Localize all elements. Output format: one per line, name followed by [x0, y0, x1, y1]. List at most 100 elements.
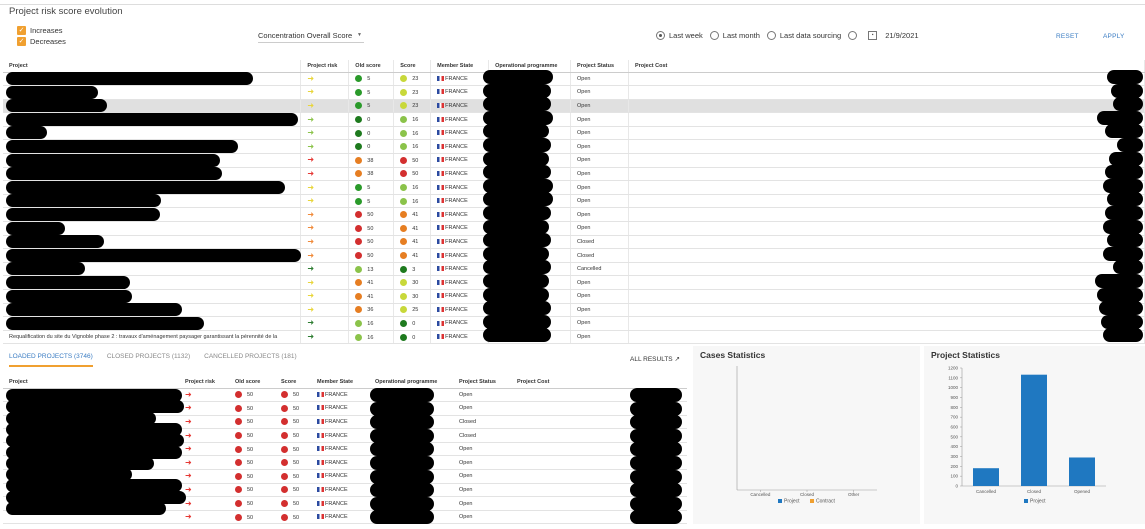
france-flag-icon: [437, 157, 445, 163]
date-value[interactable]: 21/9/2021: [885, 31, 918, 40]
column-header[interactable]: Project risk: [179, 376, 229, 389]
score-value: 41: [412, 252, 419, 259]
score-cell: 16: [393, 194, 432, 209]
old-score-dot: [355, 143, 363, 151]
redacted-cost: [1105, 124, 1143, 139]
column-header[interactable]: Project Cost: [511, 376, 687, 389]
radio-last-week[interactable]: Last week: [656, 31, 703, 40]
column-header[interactable]: Project Status: [570, 60, 629, 73]
apply-button[interactable]: APPLY: [1103, 33, 1124, 40]
risk-arrow-icon: ➜: [307, 182, 315, 192]
tab-loaded-projects[interactable]: LOADED PROJECTS (3746): [9, 353, 93, 367]
project-risk-cell: ➜: [300, 235, 350, 250]
redacted-programme: [370, 415, 434, 430]
member-state-value: FRANCE: [445, 211, 468, 218]
member-state-value: FRANCE: [445, 225, 468, 232]
radio-last-month[interactable]: Last month: [709, 31, 760, 40]
redacted-project-name: [6, 180, 285, 194]
table-row[interactable]: ➜ 50 41 FRANCE Open: [3, 207, 1145, 223]
page-title: Project risk score evolution: [9, 6, 123, 17]
column-header[interactable]: Project: [3, 376, 179, 389]
member-state-cell: FRANCE: [311, 455, 369, 471]
column-header[interactable]: Score: [275, 376, 311, 389]
france-flag-icon: [437, 130, 445, 136]
project-risk-cell: ➜: [300, 330, 350, 345]
project-status-cell: Open: [453, 388, 511, 403]
radio-last-data-sourcing[interactable]: Last data sourcing: [766, 31, 841, 40]
radio-selected-icon: [656, 31, 665, 40]
risk-arrow-icon: ➜: [307, 264, 315, 274]
projects-tabs: LOADED PROJECTS (3746) CLOSED PROJECTS (…: [9, 353, 311, 367]
score-dot: [281, 432, 288, 440]
project-cost-cell: [628, 289, 1145, 304]
score-cell: 50: [275, 401, 311, 416]
redacted-cost: [1103, 219, 1143, 234]
score-cell: 50: [275, 442, 311, 457]
table-row[interactable]: ➜ 50 41 FRANCE Closed: [3, 235, 1145, 250]
table-row[interactable]: ➜ 41 30 FRANCE Open: [3, 275, 1145, 290]
column-header[interactable]: Old score: [348, 60, 395, 73]
redacted-cost: [630, 428, 682, 443]
column-header[interactable]: Member State: [311, 376, 369, 389]
old-score-value: 50: [247, 405, 254, 412]
old-score-value: 0: [367, 117, 371, 124]
project-risk-cell: ➜: [300, 167, 350, 182]
score-dot: [281, 445, 288, 453]
member-state-cell: FRANCE: [311, 442, 369, 457]
redacted-cost: [630, 442, 682, 457]
member-state-value: FRANCE: [325, 500, 348, 507]
old-score-value: 50: [247, 446, 254, 453]
table-row[interactable]: ➜ 13 3 FRANCE Cancelled: [3, 262, 1145, 277]
table-row[interactable]: ➜ 5 23 FRANCE Open: [3, 85, 1145, 100]
france-flag-icon: [437, 306, 445, 312]
old-score-value: 5: [367, 185, 371, 191]
project-statistics-panel: Project Statistics 0 100 200 300 400 500 600 70…: [924, 346, 1145, 524]
column-header[interactable]: Project risk: [300, 60, 350, 73]
table-row[interactable]: ➜ 5 23 FRANCE Open: [3, 99, 1145, 114]
score-cell: 50: [275, 428, 311, 443]
column-header[interactable]: Score: [393, 60, 432, 73]
calendar-icon[interactable]: ▪: [868, 31, 878, 40]
column-header[interactable]: Member State: [430, 60, 490, 73]
project-risk-cell: ➜: [179, 469, 229, 484]
score-dot: [400, 333, 408, 341]
x-tick-label: Other: [848, 492, 860, 497]
table-row[interactable]: ➜ 5 16 FRANCE Open: [3, 194, 1145, 209]
column-header[interactable]: Operational programme: [369, 376, 453, 389]
risk-arrow-icon: ➜: [307, 277, 315, 287]
column-header[interactable]: Project Cost: [628, 60, 1145, 73]
all-results-link[interactable]: ALL RESULTS ↗: [630, 355, 680, 363]
table-row[interactable]: ➜ 0 16 FRANCE Open: [3, 126, 1145, 141]
table-row[interactable]: ➜ 50 41 FRANCE Open: [3, 221, 1145, 236]
old-score-value: 50: [247, 487, 254, 494]
member-state-value: FRANCE: [325, 486, 348, 493]
table-row[interactable]: Requalification du site du Vignoble phas…: [3, 330, 1145, 345]
old-score-cell: 13: [348, 262, 395, 277]
project-name-cell[interactable]: [3, 126, 302, 141]
score-value: 50: [293, 487, 300, 494]
score-dot: [281, 391, 288, 399]
redacted-programme: [370, 469, 434, 484]
radio-custom-date[interactable]: [848, 31, 861, 40]
tab-cancelled-projects[interactable]: CANCELLED PROJECTS (181): [204, 353, 296, 367]
table-row[interactable]: ➜ 41 30 FRANCE Open: [3, 289, 1145, 304]
score-type-dropdown[interactable]: Concentration Overall Score ▼: [258, 31, 364, 43]
column-header[interactable]: Project: [3, 60, 302, 73]
old-score-dot: [235, 513, 242, 521]
project-cost-cell: [628, 167, 1145, 182]
score-dot: [281, 404, 288, 412]
france-flag-icon: [317, 487, 324, 492]
project-risk-cell: ➜: [179, 415, 229, 430]
column-header[interactable]: Project Status: [453, 376, 511, 389]
risk-arrow-icon: ➜: [307, 114, 315, 124]
risk-arrow-icon: ➜: [307, 332, 315, 342]
redacted-project-name: [6, 99, 107, 113]
reset-button[interactable]: RESET: [1056, 33, 1079, 40]
project-name-cell[interactable]: Requalification du site du Vignoble phas…: [3, 330, 302, 345]
column-header[interactable]: Old score: [229, 376, 275, 389]
decreases-checkbox[interactable]: ✓ Decreases: [17, 37, 66, 46]
tab-closed-projects[interactable]: CLOSED PROJECTS (1132): [107, 353, 190, 367]
increases-checkbox[interactable]: ✓ Increases: [17, 26, 63, 35]
old-score-dot: [355, 102, 363, 110]
redacted-programme: [483, 260, 551, 275]
